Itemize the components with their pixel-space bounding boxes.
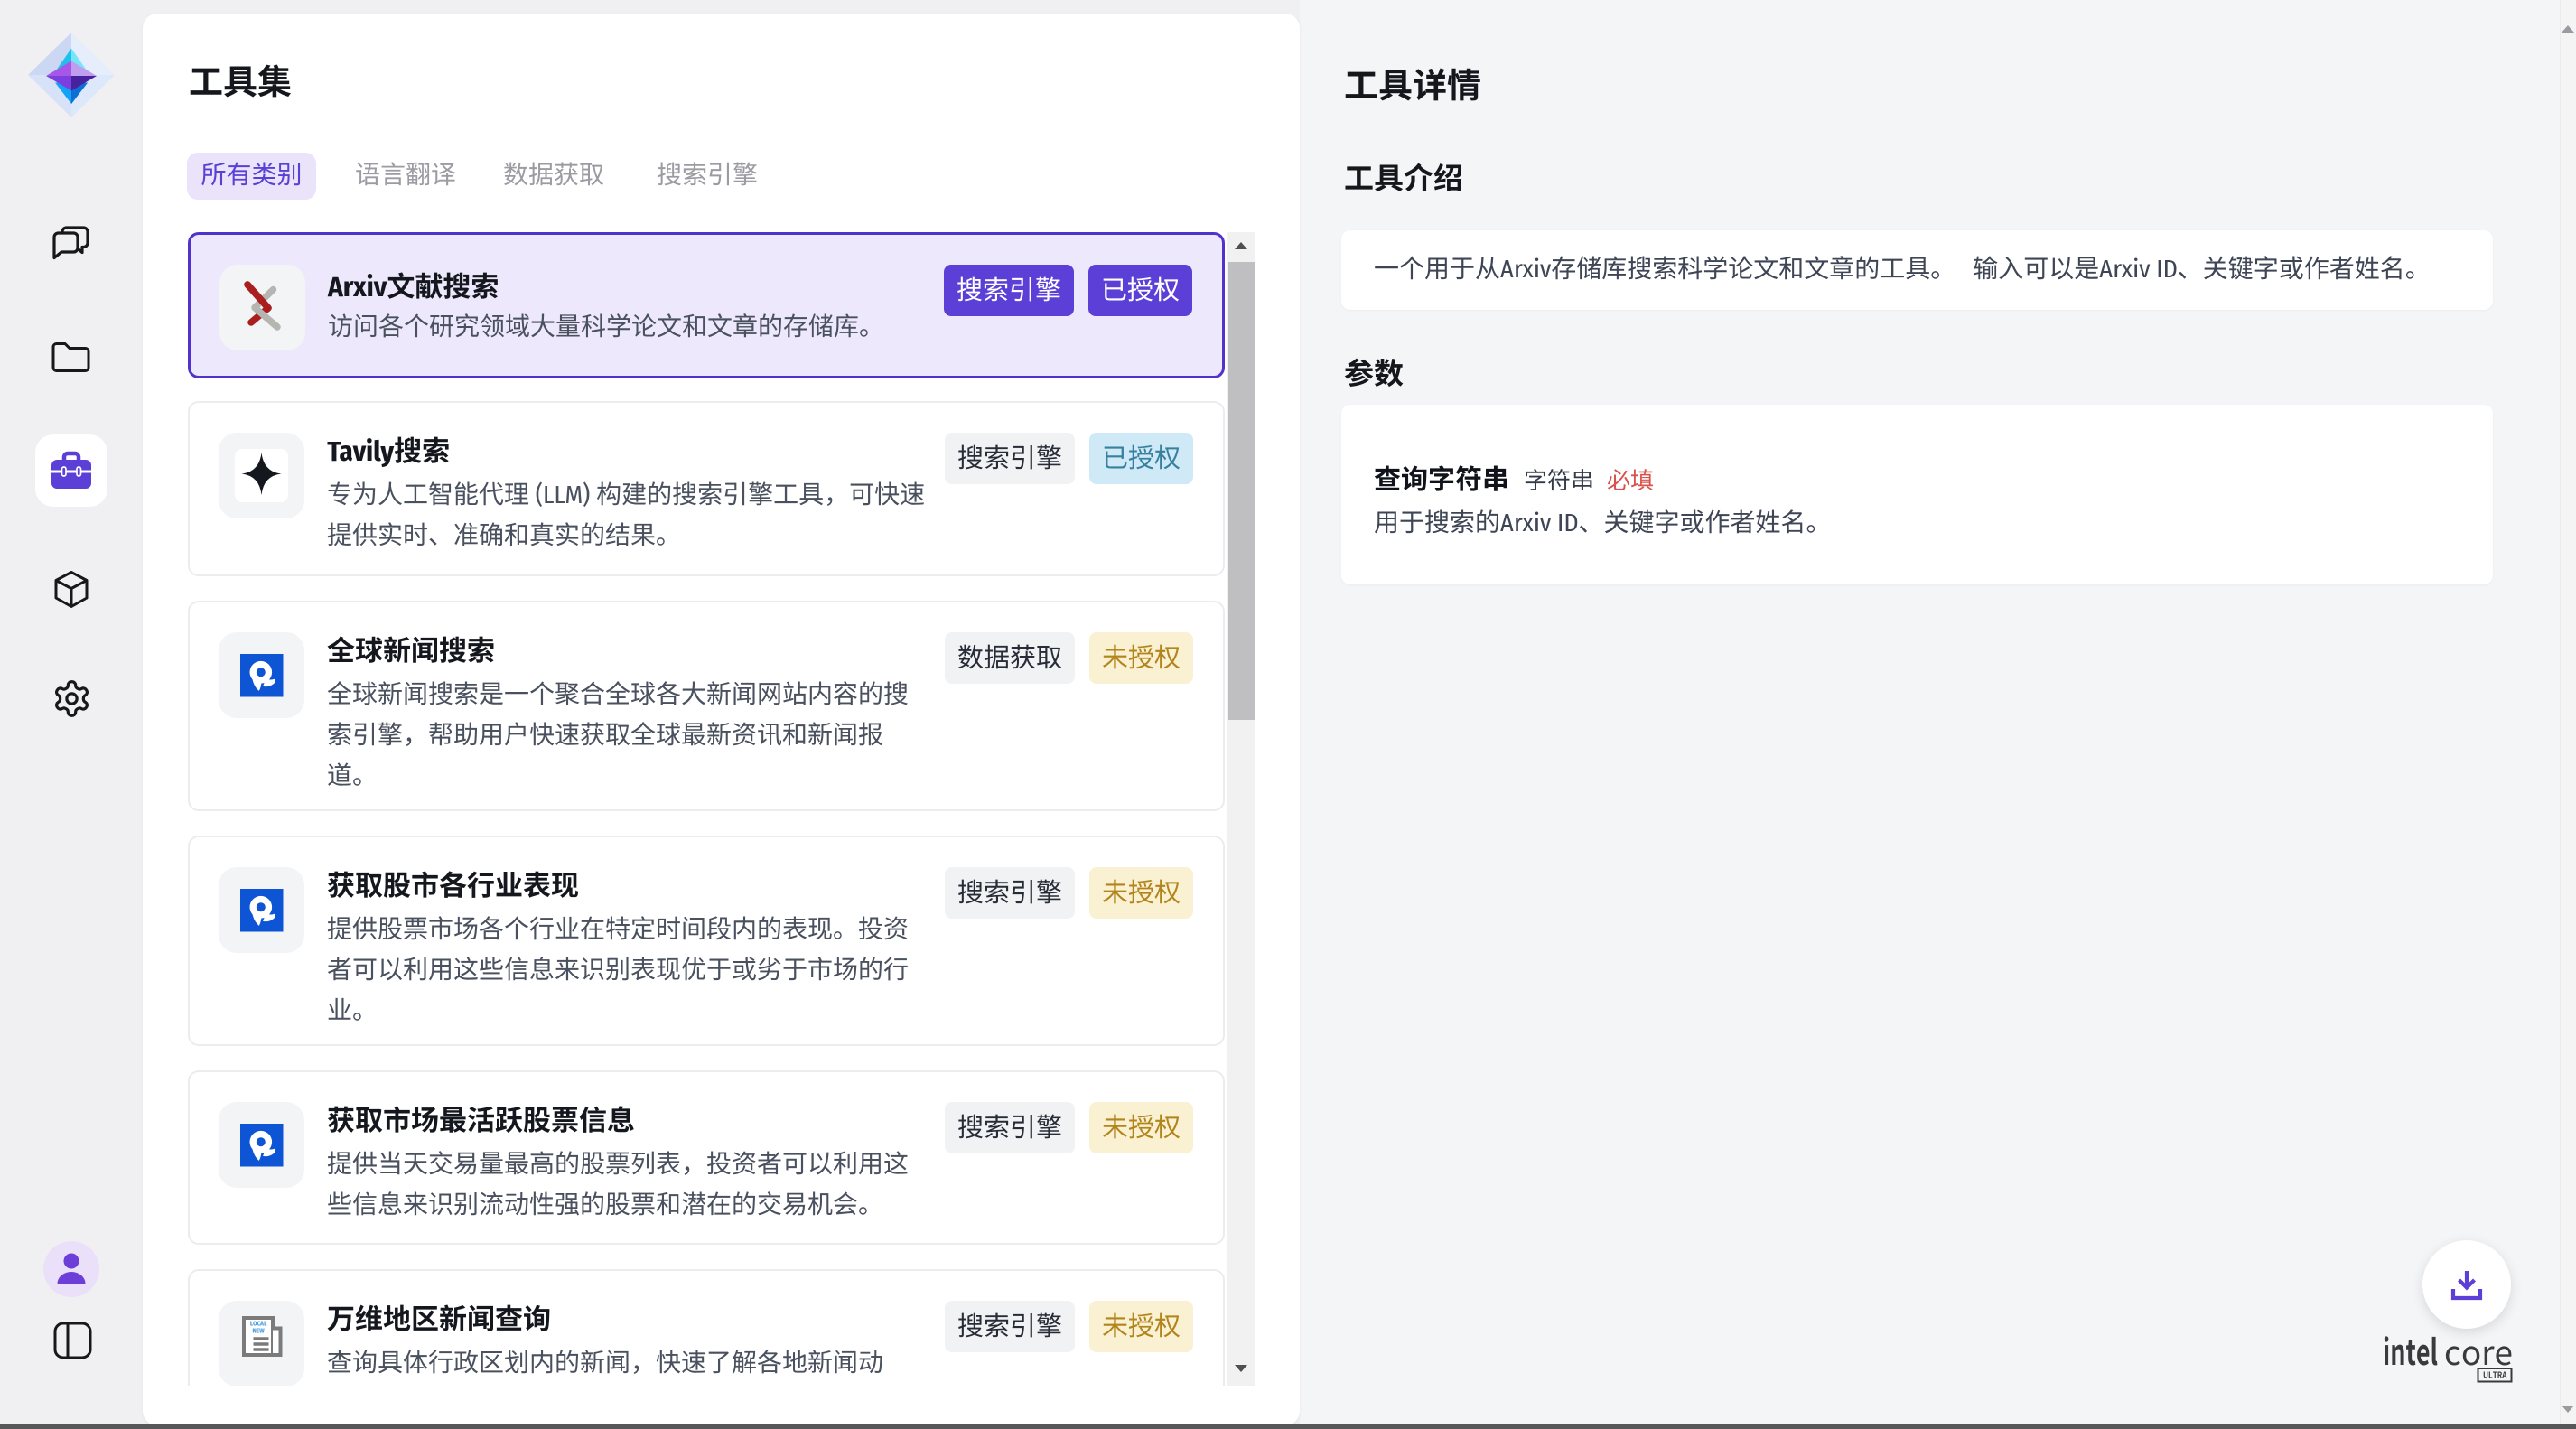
svg-text:NEW: NEW xyxy=(252,1327,265,1335)
svg-text:intel: intel xyxy=(2383,1328,2438,1376)
svg-text:ULTRA: ULTRA xyxy=(2483,1368,2507,1381)
